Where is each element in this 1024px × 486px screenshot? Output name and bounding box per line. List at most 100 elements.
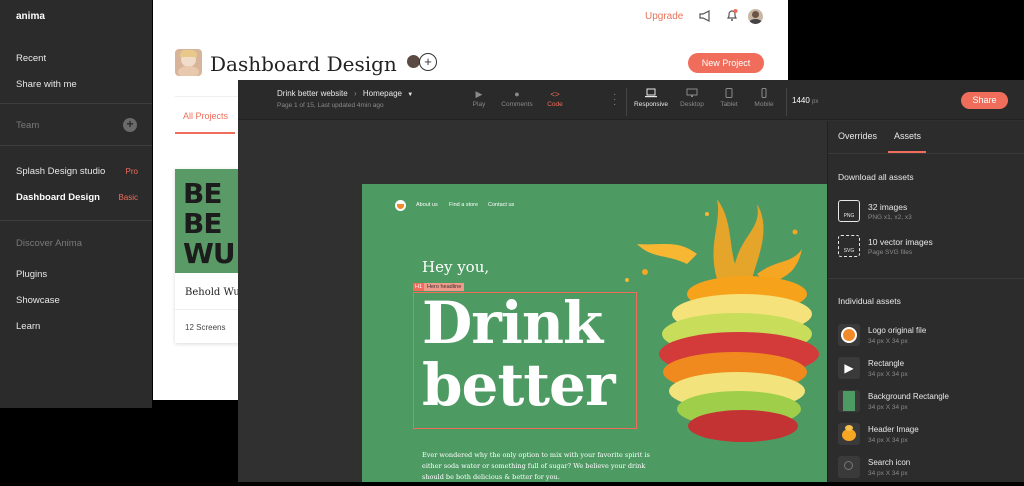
device-label: Desktop	[680, 101, 704, 108]
juice-splash	[625, 199, 802, 284]
sidebar-item-plugins[interactable]: Plugins	[16, 269, 47, 280]
divider	[0, 145, 152, 146]
nav-contact-us[interactable]: Contact us	[488, 202, 514, 208]
divider	[0, 103, 152, 104]
sidebar-item-dashboard-design[interactable]: Dashboard Design	[16, 192, 100, 203]
background-rectangle-thumbnail	[838, 390, 860, 412]
device-desktop[interactable]: Desktop	[672, 88, 712, 108]
device-label: Tablet	[720, 101, 738, 108]
add-team-icon[interactable]: +	[123, 118, 137, 132]
project-avatar	[175, 49, 202, 76]
project-name: Behold Wu	[185, 287, 240, 298]
site-logo-icon[interactable]	[395, 200, 406, 211]
assets-panel: Overrides Assets Download all assets PNG…	[827, 121, 1024, 482]
sidebar-item-splash-design-studio[interactable]: Splash Design studio	[16, 166, 136, 177]
asset-meta: 34 px X 34 px	[868, 437, 908, 444]
tool-label: Code	[547, 101, 563, 108]
share-button[interactable]: Share	[961, 92, 1008, 109]
asset-rectangle[interactable]: ▶ Rectangle 34 px X 34 px	[838, 357, 1018, 387]
divider	[828, 278, 1024, 279]
caret-down-icon[interactable]: ▼	[407, 92, 413, 98]
sidebar: anima Recent Share with me Team + Splash…	[0, 0, 152, 408]
width-unit: px	[812, 99, 819, 105]
comments-button[interactable]: ● Comments	[497, 88, 537, 108]
fruit-slices-image	[625, 199, 819, 442]
sidebar-item-showcase[interactable]: Showcase	[16, 295, 60, 306]
divider	[786, 88, 787, 116]
width-value: 1440	[792, 96, 810, 105]
asset-meta: 34 px X 34 px	[868, 404, 908, 411]
user-avatar[interactable]	[748, 9, 763, 24]
device-mobile[interactable]: Mobile	[744, 88, 784, 108]
page-title: Dashboard Design	[210, 52, 397, 76]
sidebar-item-share-with-me[interactable]: Share with me	[16, 79, 77, 90]
individual-assets-heading: Individual assets	[838, 296, 901, 306]
play-icon: ▶	[838, 357, 860, 379]
download-images-item[interactable]: PNG 32 images PNG x1, x2, x3	[838, 200, 1018, 230]
asset-name: 32 images	[868, 202, 908, 212]
breadcrumb: Drink better website › Homepage ▼	[277, 89, 413, 98]
plan-badge-basic: Basic	[118, 193, 138, 202]
asset-background-rectangle[interactable]: Background Rectangle 34 px X 34 px	[838, 390, 1018, 420]
device-responsive[interactable]: Responsive	[631, 88, 671, 108]
download-vectors-item[interactable]: SVG 10 vector images Page SVG files	[838, 235, 1018, 265]
asset-meta: 34 px X 34 px	[868, 470, 908, 477]
megaphone-icon[interactable]	[698, 9, 712, 23]
mobile-icon	[744, 88, 784, 101]
breadcrumb-page[interactable]: Homepage	[363, 89, 402, 98]
download-all-assets-link[interactable]: Download all assets	[838, 172, 914, 182]
tab-all-projects[interactable]: All Projects	[183, 111, 228, 121]
sidebar-section-team: Team	[16, 120, 40, 131]
divider	[175, 309, 245, 310]
device-label: Mobile	[754, 101, 774, 108]
device-tablet[interactable]: Tablet	[709, 88, 749, 108]
play-icon: ▶	[475, 89, 483, 99]
asset-name: 10 vector images	[868, 237, 933, 247]
nav-about-us[interactable]: About us	[416, 202, 438, 208]
active-tab-indicator	[175, 132, 235, 134]
editor-window: Drink better website › Homepage ▼ Page 1…	[238, 80, 1024, 482]
canvas-width[interactable]: 1440 px	[792, 96, 818, 105]
divider	[626, 88, 627, 116]
project-card[interactable]: BE BE WU Behold Wu 12 Screens	[175, 169, 245, 343]
chevron-right-icon: ›	[353, 89, 357, 98]
add-member-icon[interactable]: +	[419, 53, 437, 71]
play-button[interactable]: ▶ Play	[459, 88, 499, 108]
asset-name: Search icon	[868, 458, 911, 467]
desktop-icon	[672, 88, 712, 101]
sidebar-item-recent[interactable]: Recent	[16, 53, 46, 64]
thumbnail-text: BE	[183, 207, 222, 240]
page-info: Page 1 of 15, Last updated 4min ago	[277, 102, 384, 109]
asset-meta: 34 px X 34 px	[868, 338, 908, 345]
bell-icon[interactable]	[725, 8, 739, 22]
asset-meta: Page SVG files	[868, 249, 913, 256]
thumbnail-text: WU	[183, 237, 236, 270]
tool-label: Comments	[501, 101, 533, 108]
asset-logo[interactable]: Logo original file 34 px X 34 px	[838, 324, 1018, 354]
breadcrumb-project[interactable]: Drink better website	[277, 89, 348, 98]
asset-header-image[interactable]: Header Image 34 px X 34 px	[838, 423, 1018, 453]
anima-logo[interactable]: anima	[16, 11, 45, 22]
more-vertical-icon[interactable]: · · ·	[613, 90, 616, 110]
asset-meta: PNG x1, x2, x3	[868, 214, 912, 221]
upgrade-link[interactable]: Upgrade	[645, 11, 683, 22]
editor-toolbar: Drink better website › Homepage ▼ Page 1…	[238, 80, 1024, 120]
new-project-button[interactable]: New Project	[688, 53, 764, 73]
search-icon	[838, 456, 860, 478]
hero-greeting: Hey you,	[422, 258, 490, 276]
asset-name: Rectangle	[868, 359, 905, 368]
tab-assets[interactable]: Assets	[894, 131, 921, 141]
divider	[828, 153, 1024, 154]
asset-name: Header Image	[868, 425, 919, 434]
laptop-icon	[631, 88, 671, 101]
website-preview[interactable]: About us Find a store Contact us Hey you…	[362, 184, 827, 482]
nav-find-a-store[interactable]: Find a store	[449, 202, 478, 208]
tool-label: Play	[472, 101, 486, 108]
code-button[interactable]: <> Code	[535, 88, 575, 108]
asset-name: Background Rectangle	[868, 392, 949, 401]
tab-overrides[interactable]: Overrides	[838, 131, 877, 141]
project-thumbnail: BE BE WU	[175, 169, 245, 273]
sidebar-item-learn[interactable]: Learn	[16, 321, 40, 332]
asset-name: Logo original file	[868, 326, 927, 335]
code-icon: <>	[550, 90, 560, 99]
